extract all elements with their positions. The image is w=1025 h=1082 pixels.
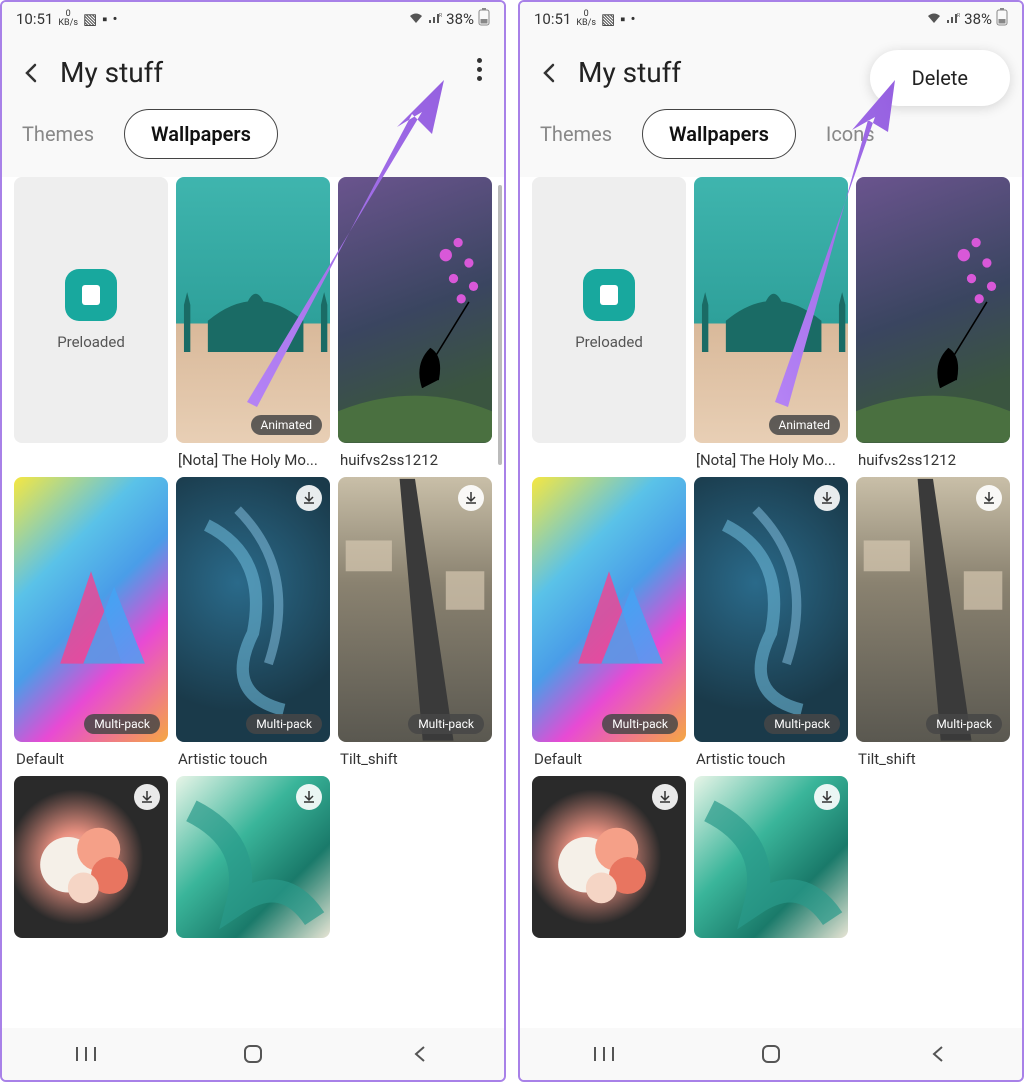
download-icon: [814, 485, 840, 511]
tabs: Themes Wallpapers: [2, 105, 504, 177]
wallpaper-label: huifvs2ss1212: [856, 443, 1010, 469]
wallpaper-artistic[interactable]: Multi-pack Artistic touch: [694, 477, 848, 769]
download-icon: [134, 784, 160, 810]
wallpaper-nota[interactable]: Animated [Nota] The Holy Mo...: [176, 177, 330, 469]
animated-badge: Animated: [769, 415, 840, 435]
tab-themes[interactable]: Themes: [538, 112, 614, 156]
wallpaper-default[interactable]: Multi-pack Default: [14, 477, 168, 769]
preloaded-app-icon: [65, 269, 117, 321]
multipack-badge: Multi-pack: [246, 714, 322, 734]
wallpaper-flower[interactable]: [532, 776, 686, 938]
phone-screen-left: 10:51 0KB/s ▧ ▪ • R 38% My stuff: [0, 0, 506, 1082]
download-icon: [296, 485, 322, 511]
dot-icon: •: [113, 10, 118, 28]
wallpaper-default[interactable]: Multi-pack Default: [532, 477, 686, 769]
wallpaper-label: Tilt_shift: [338, 742, 492, 768]
recents-button[interactable]: [74, 1042, 98, 1066]
navigation-bar: [520, 1028, 1022, 1080]
back-button[interactable]: [408, 1042, 432, 1066]
wallpaper-label: huifvs2ss1212: [338, 443, 492, 469]
svg-text:R: R: [957, 13, 960, 19]
image-icon: ▧: [83, 10, 97, 28]
status-bar: 10:51 0KB/s ▧ ▪ • R 38%: [2, 2, 504, 36]
preloaded-label: Preloaded: [575, 333, 643, 351]
wallpaper-label: [Nota] The Holy Mo...: [176, 443, 330, 469]
more-vertical-icon: [477, 58, 482, 81]
image-icon: ▧: [601, 10, 615, 28]
phone-screen-right: 10:51 0KB/s ▧ ▪ • R 38% My stuff: [518, 0, 1024, 1082]
wallpaper-label: [Nota] The Holy Mo...: [694, 443, 848, 469]
network-speed: 0KB/s: [576, 10, 596, 28]
network-speed: 0KB/s: [58, 10, 78, 28]
animated-badge: Animated: [251, 415, 322, 435]
delete-label: Delete: [912, 66, 968, 90]
scrollbar[interactable]: [498, 185, 502, 465]
signal-icon: R: [946, 10, 960, 28]
multipack-badge: Multi-pack: [84, 714, 160, 734]
wallpaper-tilt[interactable]: Multi-pack Tilt_shift: [338, 477, 492, 769]
dot-icon: •: [631, 10, 636, 28]
multipack-badge: Multi-pack: [926, 714, 1002, 734]
wallpaper-green[interactable]: [176, 776, 330, 938]
download-icon: [458, 485, 484, 511]
wallpaper-preloaded[interactable]: Preloaded: [14, 177, 168, 469]
back-icon[interactable]: [538, 61, 562, 85]
multipack-badge: Multi-pack: [602, 714, 678, 734]
wallpaper-flower[interactable]: [14, 776, 168, 938]
delete-menu-item[interactable]: Delete: [870, 50, 1010, 106]
wallpaper-huif[interactable]: huifvs2ss1212: [338, 177, 492, 469]
battery-pct: 38%: [446, 10, 474, 28]
wallpaper-green[interactable]: [694, 776, 848, 938]
content: Preloaded Animated [Nota] The Holy Mo...: [520, 177, 1022, 1028]
wallpaper-label: Artistic touch: [694, 742, 848, 768]
wallpaper-huif[interactable]: huifvs2ss1212: [856, 177, 1010, 469]
page-title: My stuff: [578, 56, 681, 89]
preloaded-label: Preloaded: [57, 333, 125, 351]
multipack-badge: Multi-pack: [764, 714, 840, 734]
tab-themes[interactable]: Themes: [20, 112, 96, 156]
signal-icon: R: [428, 10, 442, 28]
back-icon[interactable]: [20, 61, 44, 85]
battery-icon: [996, 8, 1008, 30]
wallpaper-label: Default: [532, 742, 686, 768]
multipack-badge: Multi-pack: [408, 714, 484, 734]
sdcard-icon: ▪: [620, 10, 625, 28]
wallpaper-label: Tilt_shift: [856, 742, 1010, 768]
sdcard-icon: ▪: [102, 10, 107, 28]
tab-icons[interactable]: Icons: [824, 112, 877, 156]
download-icon: [814, 784, 840, 810]
download-icon: [652, 784, 678, 810]
status-bar: 10:51 0KB/s ▧ ▪ • R 38%: [520, 2, 1022, 36]
clock: 10:51: [534, 10, 571, 28]
preloaded-app-icon: [583, 269, 635, 321]
wallpaper-label: Default: [14, 742, 168, 768]
wifi-icon: [926, 10, 942, 28]
clock: 10:51: [16, 10, 53, 28]
page-title: My stuff: [60, 56, 163, 89]
wallpaper-label: Artistic touch: [176, 742, 330, 768]
more-options-button[interactable]: [477, 58, 482, 81]
wallpaper-tilt[interactable]: Multi-pack Tilt_shift: [856, 477, 1010, 769]
tab-wallpapers[interactable]: Wallpapers: [124, 109, 278, 159]
wifi-icon: [408, 10, 424, 28]
home-button[interactable]: [241, 1042, 265, 1066]
download-icon: [296, 784, 322, 810]
tab-wallpapers[interactable]: Wallpapers: [642, 109, 796, 159]
download-icon: [976, 485, 1002, 511]
battery-pct: 38%: [964, 10, 992, 28]
recents-button[interactable]: [592, 1042, 616, 1066]
svg-text:R: R: [439, 13, 442, 19]
header: My stuff: [2, 36, 504, 105]
wallpaper-nota[interactable]: Animated [Nota] The Holy Mo...: [694, 177, 848, 469]
wallpaper-preloaded[interactable]: Preloaded: [532, 177, 686, 469]
home-button[interactable]: [759, 1042, 783, 1066]
navigation-bar: [2, 1028, 504, 1080]
tabs: Themes Wallpapers Icons: [520, 105, 1022, 177]
wallpaper-artistic[interactable]: Multi-pack Artistic touch: [176, 477, 330, 769]
content: Preloaded Animated [Nota] The Holy Mo...: [2, 177, 504, 1028]
back-button[interactable]: [926, 1042, 950, 1066]
battery-icon: [478, 8, 490, 30]
